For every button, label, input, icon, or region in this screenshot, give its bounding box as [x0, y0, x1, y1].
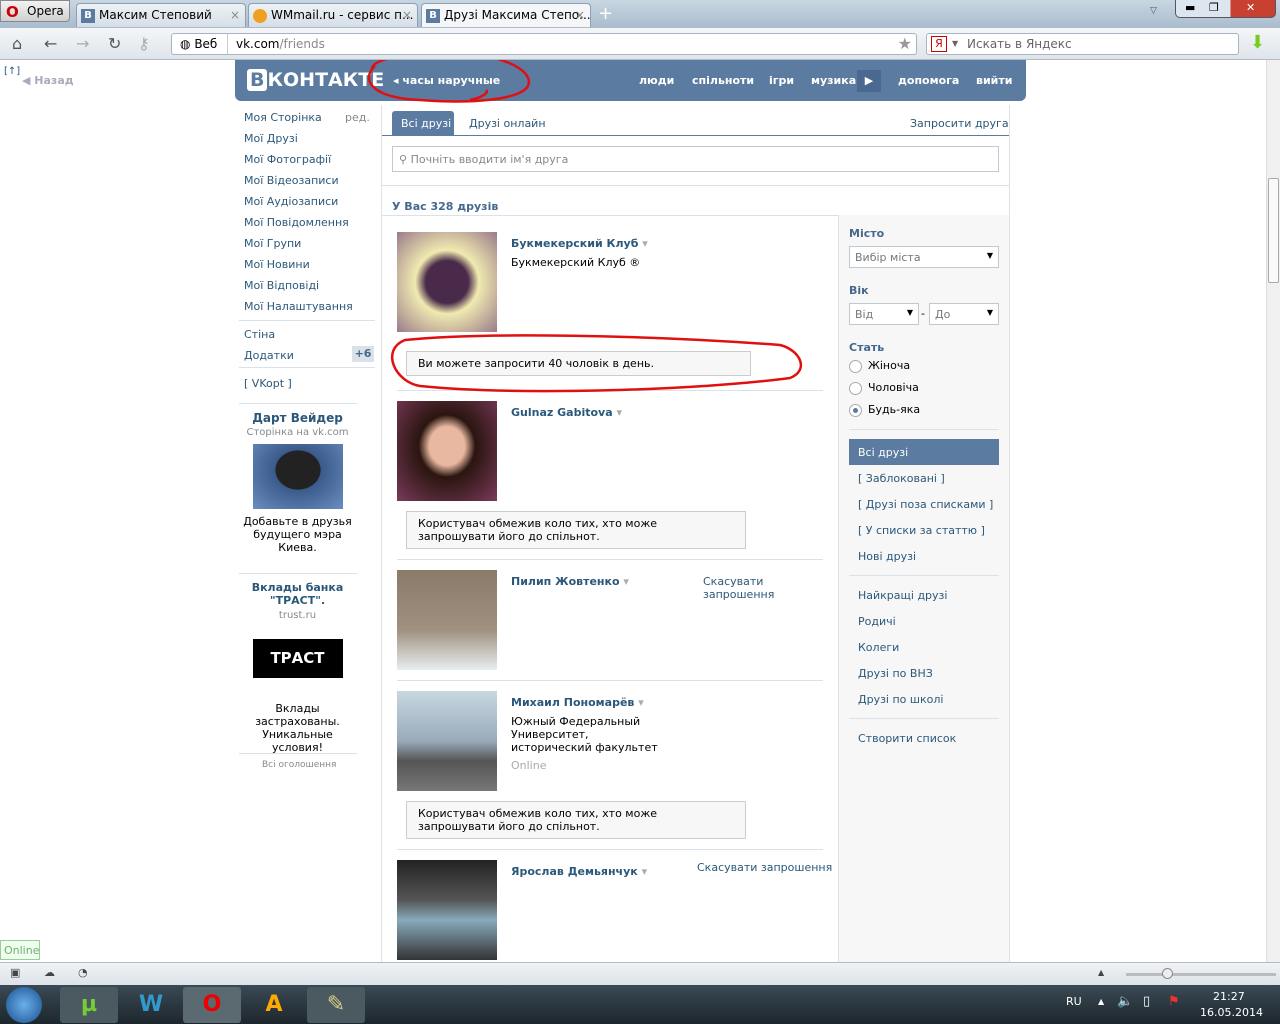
yandex-search-input[interactable]: Я ▼ Искать в Яндекс: [926, 33, 1239, 55]
back-icon[interactable]: ←: [44, 34, 57, 53]
vk-favicon: B: [81, 9, 95, 23]
scrollbar-thumb[interactable]: [1268, 178, 1279, 283]
tab-friends[interactable]: B Друзі Максима Степо... ×: [421, 3, 591, 27]
url-domain: vk.com: [236, 37, 280, 51]
vk-favicon: B: [426, 9, 440, 23]
close-tab-icon[interactable]: ×: [575, 8, 585, 22]
window-controls: ▬ ❐ ✕: [1175, 0, 1276, 18]
volume-icon[interactable]: 🔈: [1117, 994, 1133, 1009]
status-bar: ▣ ☁ ◔ ▲: [0, 962, 1280, 985]
utorrent-taskbar-icon[interactable]: µ: [60, 987, 118, 1023]
maximize-button[interactable]: ❐: [1209, 0, 1219, 16]
opera-menu-button[interactable]: O Opera: [0, 0, 70, 22]
download-icon[interactable]: ⬇: [1250, 32, 1265, 53]
opera-taskbar-icon[interactable]: O: [183, 987, 241, 1023]
tab-bar: O Opera B Максим Степовий × WMmail.ru - сер…: [0, 0, 1280, 28]
action-center-icon[interactable]: ⚑: [1168, 994, 1180, 1009]
word-taskbar-icon[interactable]: W: [122, 987, 180, 1023]
start-button[interactable]: [6, 987, 42, 1023]
tab-menu-icon[interactable]: ▽: [1150, 6, 1157, 16]
url-path: /friends: [279, 37, 325, 51]
zoom-slider[interactable]: [1126, 968, 1276, 979]
tab-maksym[interactable]: B Максим Степовий ×: [76, 3, 246, 27]
red-annotation-circles: [367, 60, 802, 393]
zoom-slider-thumb[interactable]: [1162, 968, 1173, 979]
annotation-note: [391, 334, 802, 393]
language-indicator[interactable]: RU: [1066, 995, 1082, 1008]
page-viewport: [↑] ◀ Назад B КОНТАКТЕ ◂ часы наручные лю…: [0, 60, 1266, 962]
tab-wmmail[interactable]: WMmail.ru - сервис п... ×: [248, 3, 418, 27]
reload-icon[interactable]: ↻: [108, 34, 121, 53]
windows-taskbar: µ W O A ✎ RU ▲ 🔈 ▯ ⚑ 21:27 16.05.2014: [0, 985, 1280, 1024]
bookmark-star-icon[interactable]: ★: [898, 34, 912, 53]
clock-time[interactable]: 21:27: [1213, 990, 1245, 1003]
home-icon[interactable]: ⌂: [12, 34, 22, 53]
paint-taskbar-icon[interactable]: ✎: [307, 987, 365, 1023]
aimp-taskbar-icon[interactable]: A: [245, 987, 303, 1023]
zoom-arrow-icon[interactable]: ▲: [1098, 968, 1104, 977]
wmmail-favicon: [253, 9, 267, 23]
address-bar[interactable]: ◍ Веб vk.com/friends ★: [171, 33, 917, 55]
tray-expand-icon[interactable]: ▲: [1098, 997, 1104, 1006]
opera-icon: O: [6, 3, 19, 21]
network-icon[interactable]: ▯: [1143, 994, 1150, 1009]
vertical-scrollbar[interactable]: [1266, 60, 1280, 962]
close-window-button[interactable]: ✕: [1246, 0, 1255, 16]
globe-icon: ◍: [180, 37, 191, 51]
minimize-button[interactable]: ▬: [1185, 0, 1195, 16]
clock-date[interactable]: 16.05.2014: [1200, 1006, 1263, 1019]
close-tab-icon[interactable]: ×: [402, 8, 412, 22]
new-tab-button[interactable]: +: [598, 3, 613, 24]
yandex-icon: Я: [931, 36, 947, 52]
annotation-crumb: [367, 60, 531, 103]
turbo-icon[interactable]: ◔: [78, 966, 88, 979]
web-badge[interactable]: ◍ Веб: [172, 34, 228, 54]
forward-icon[interactable]: →: [76, 34, 89, 53]
key-icon[interactable]: ⚷: [138, 34, 150, 53]
dropdown-icon[interactable]: ▼: [952, 39, 958, 48]
cloud-icon[interactable]: ☁: [44, 966, 55, 979]
panel-toggle-icon[interactable]: ▣: [10, 966, 20, 979]
close-tab-icon[interactable]: ×: [230, 8, 240, 22]
online-indicator: Online: [0, 940, 40, 960]
